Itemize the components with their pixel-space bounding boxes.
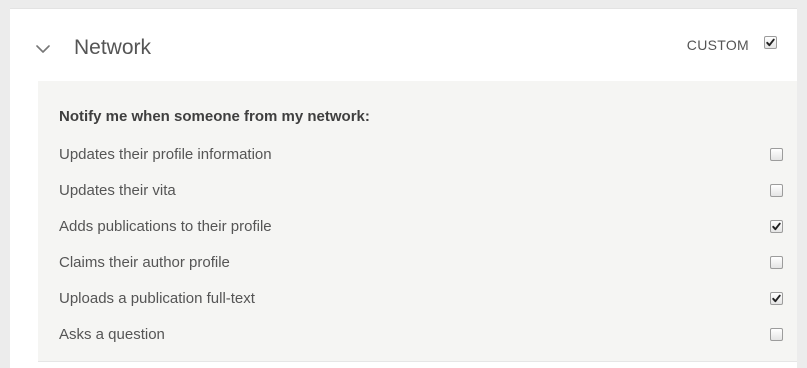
option-label: Updates their profile information <box>59 146 272 163</box>
check-icon <box>766 38 775 47</box>
option-label: Claims their author profile <box>59 254 230 271</box>
panel-heading: Notify me when someone from my network: <box>59 108 370 125</box>
chevron-down-icon[interactable] <box>36 42 50 56</box>
option-label: Updates their vita <box>59 182 176 199</box>
option-asks-question[interactable]: Asks a question <box>59 323 783 359</box>
option-claims-author-profile[interactable]: Claims their author profile <box>59 251 783 287</box>
option-updates-profile-info[interactable]: Updates their profile information <box>59 143 783 179</box>
option-uploads-full-text[interactable]: Uploads a publication full-text <box>59 287 783 323</box>
option-label: Uploads a publication full-text <box>59 290 255 307</box>
option-updates-vita[interactable]: Updates their vita <box>59 179 783 215</box>
section-title: Network <box>74 36 152 59</box>
option-label: Asks a question <box>59 326 165 343</box>
options-list: Updates their profile information Update… <box>59 143 783 359</box>
option-checkbox[interactable] <box>770 184 783 197</box>
option-checkbox[interactable] <box>770 148 783 161</box>
option-checkbox[interactable] <box>770 220 783 233</box>
check-icon <box>772 294 781 303</box>
option-checkbox[interactable] <box>770 328 783 341</box>
option-adds-publications[interactable]: Adds publications to their profile <box>59 215 783 251</box>
check-icon <box>772 222 781 231</box>
custom-label: CUSTOM <box>686 37 749 53</box>
notification-options-panel: Notify me when someone from my network: … <box>38 81 797 362</box>
option-label: Adds publications to their profile <box>59 218 272 235</box>
section-header[interactable]: Network CUSTOM <box>10 9 797 81</box>
custom-checkbox[interactable] <box>764 36 777 49</box>
option-checkbox[interactable] <box>770 292 783 305</box>
option-checkbox[interactable] <box>770 256 783 269</box>
network-notification-card: Network CUSTOM Notify me when someone fr… <box>10 8 797 368</box>
